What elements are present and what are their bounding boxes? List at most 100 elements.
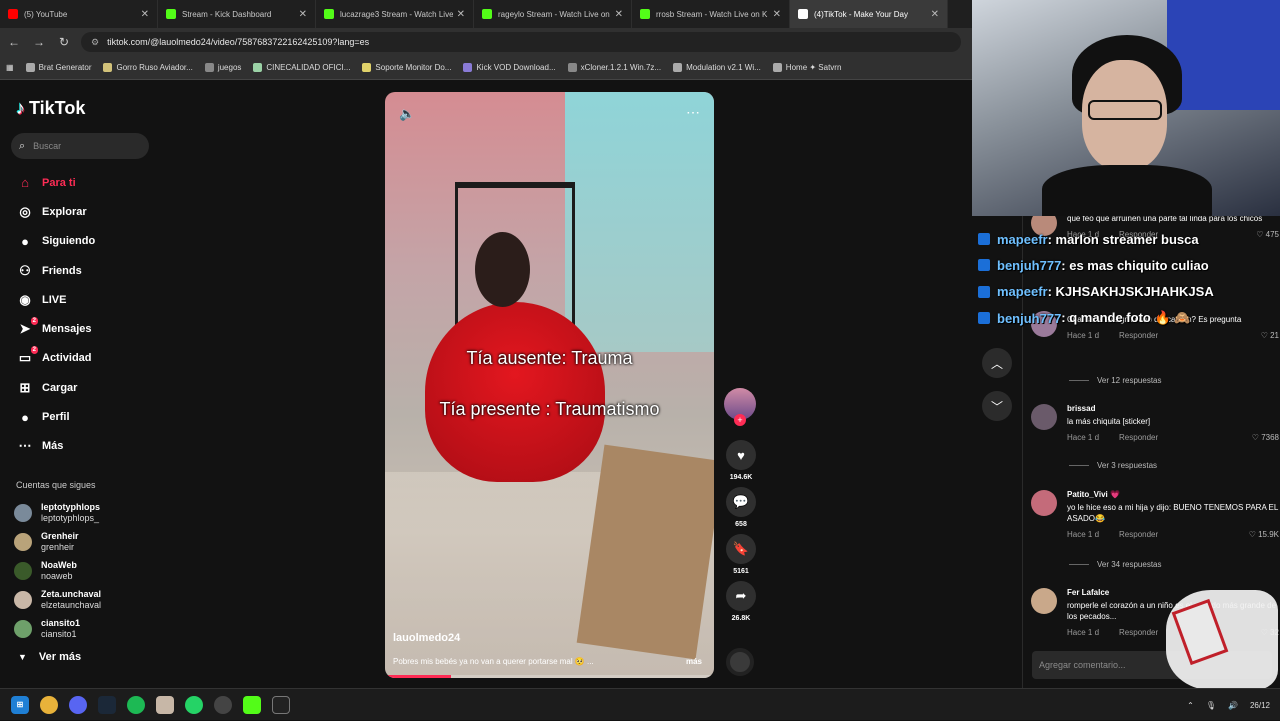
sidebar-item-live[interactable]: ◉ LIVE — [16, 285, 156, 314]
tab-close-icon[interactable]: ✕ — [773, 9, 781, 20]
comment-like-button[interactable]: ♡ 15.9K — [1249, 530, 1279, 539]
sidebar-item-más[interactable]: ⋯ Más — [16, 432, 156, 461]
bookmark-item[interactable]: Soporte Monitor Do... — [362, 63, 451, 72]
browser-tab[interactable]: (4)TikTok - Make Your Day ✕ — [790, 0, 948, 28]
follow-plus-icon[interactable]: + — [734, 414, 746, 426]
tab-title: (5) YouTube — [24, 9, 68, 19]
bookmark-item[interactable]: juegos — [204, 63, 241, 72]
avatar[interactable] — [1031, 588, 1057, 614]
tab-close-icon[interactable]: ✕ — [615, 9, 623, 20]
windows-start-icon[interactable]: ⊞ — [11, 695, 29, 714]
comment-action[interactable]: 💬 658 — [724, 487, 758, 528]
share-action[interactable]: ➦ 26.8K — [724, 581, 758, 622]
discord-icon[interactable] — [69, 695, 87, 714]
bookmark-item[interactable]: xCloner.1.2.1 Win.7z... — [567, 63, 662, 72]
save-action[interactable]: 🔖 5161 — [724, 534, 758, 575]
back-icon[interactable]: ← — [3, 35, 25, 49]
sidebar-item-actividad[interactable]: ▭ 2 Actividad — [16, 344, 156, 373]
mic-icon[interactable]: 🎙 — [1206, 701, 1216, 710]
avatar[interactable] — [1031, 404, 1057, 430]
following-account[interactable]: NoaWeb noaweb — [14, 556, 154, 585]
bookmark-item[interactable]: CINECALIDAD OFICI... — [253, 63, 350, 72]
volume-icon[interactable]: 🔈 — [399, 106, 415, 122]
see-more-button[interactable]: ▼ Ver más — [18, 651, 81, 663]
kick-icon[interactable] — [243, 695, 261, 714]
bookmark-label: xCloner.1.2.1 Win.7z... — [580, 63, 662, 72]
chat-message: mapeefr: KJHSAKHJSKJHAHKJSA — [978, 279, 1278, 305]
previous-video-button[interactable]: ︿ — [982, 348, 1012, 378]
browser-tab[interactable]: lucazrage3 Stream - Watch Live ✕ — [316, 0, 474, 28]
comment-like-button[interactable]: ♡ 7368 — [1252, 433, 1279, 442]
reload-icon[interactable]: ↻ — [53, 35, 75, 49]
reply-button[interactable]: Responder — [1119, 433, 1158, 442]
tray-chevron-icon[interactable]: ⌃ — [1187, 701, 1194, 710]
share-icon[interactable]: ➦ — [726, 581, 756, 611]
reply-button[interactable]: Responder — [1119, 628, 1158, 637]
sidebar-item-label: Más — [42, 440, 64, 453]
tab-close-icon[interactable]: ✕ — [457, 9, 465, 20]
tab-close-icon[interactable]: ✕ — [299, 9, 307, 20]
tiktok-logo[interactable]: ♪ TikTok — [16, 98, 85, 119]
browser-tab[interactable]: (5) YouTube ✕ — [0, 0, 158, 28]
sidebar-item-para-ti[interactable]: ⌂ Para ti — [16, 168, 156, 197]
bookmark-item[interactable]: Kick VOD Download... — [463, 63, 556, 72]
browser-tab[interactable]: rrosb Stream - Watch Live on K ✕ — [632, 0, 790, 28]
bookmark-item[interactable]: Brat Generator — [25, 63, 91, 72]
reply-button[interactable]: Responder — [1119, 331, 1158, 340]
obs-icon[interactable] — [214, 695, 232, 714]
more-options-icon[interactable]: ⋯ — [686, 104, 700, 121]
bookmark-icon[interactable]: 🔖 — [726, 534, 756, 564]
reply-button[interactable]: Responder — [1119, 530, 1158, 539]
bookmark-icon — [103, 63, 113, 72]
chrome-icon[interactable] — [40, 695, 58, 714]
sidebar-item-friends[interactable]: ⚇ Friends — [16, 256, 156, 285]
video-player[interactable]: 🔈 ⋯ Tía ausente: Trauma Tía presente : T… — [385, 92, 714, 678]
browser-tab[interactable]: rageylo Stream - Watch Live on ✕ — [474, 0, 632, 28]
following-account[interactable]: Grenheir grenheir — [14, 527, 154, 556]
url-bar[interactable]: ⚙ tiktok.com/@lauolmedo24/video/75876837… — [81, 32, 961, 52]
forward-icon[interactable]: → — [28, 35, 50, 49]
sidebar-item-cargar[interactable]: ⊞ Cargar — [16, 373, 156, 402]
tab-title: lucazrage3 Stream - Watch Live — [340, 9, 453, 19]
chat-text: : q mande foto 🔥 🙈 — [1061, 310, 1191, 326]
site-info-icon[interactable]: ⚙ — [91, 37, 99, 48]
heart-icon[interactable]: ♥ — [726, 440, 756, 470]
tab-close-icon[interactable]: ✕ — [931, 9, 939, 20]
sidebar-item-perfil[interactable]: ● Perfil — [16, 402, 156, 431]
speaker-icon[interactable]: 🔊 — [1228, 701, 1238, 710]
whatsapp-icon[interactable] — [185, 695, 203, 714]
comment-author[interactable]: brissad — [1067, 404, 1279, 413]
next-video-button[interactable]: ﹀ — [982, 391, 1012, 421]
music-disc-icon[interactable] — [726, 648, 754, 676]
like-action[interactable]: ♥ 194.6K — [724, 440, 758, 481]
creator-avatar[interactable]: + — [724, 388, 756, 426]
bookmark-item[interactable]: Gorro Ruso Aviador... — [103, 63, 193, 72]
search-input[interactable]: ⌕ Buscar — [11, 133, 149, 159]
following-account[interactable]: ciansito1 ciansito1 — [14, 615, 154, 644]
view-replies-button[interactable]: Ver 34 respuestas — [1069, 560, 1161, 569]
sidebar-item-siguiendo[interactable]: ● Siguiendo — [16, 227, 156, 256]
tab-close-icon[interactable]: ✕ — [141, 9, 149, 20]
following-account[interactable]: leptotyphlops leptotyphlops_ — [14, 498, 154, 527]
bookmark-item[interactable]: Modulation v2.1 Wi... — [673, 63, 761, 72]
steam-icon[interactable] — [98, 695, 116, 714]
view-replies-button[interactable]: Ver 3 respuestas — [1069, 461, 1157, 470]
bookmark-item[interactable]: Home ✦ Satvrn — [772, 63, 841, 72]
video-more-link[interactable]: más — [686, 657, 702, 666]
avatar[interactable] — [1031, 490, 1057, 516]
sidebar-item-explorar[interactable]: ◎ Explorar — [16, 197, 156, 226]
spotify-icon[interactable] — [127, 695, 145, 714]
comment-icon[interactable]: 💬 — [726, 487, 756, 517]
apps-icon[interactable]: ▦ — [6, 63, 14, 72]
browser-tab[interactable]: Stream - Kick Dashboard ✕ — [158, 0, 316, 28]
video-progress-bar[interactable] — [385, 675, 714, 678]
following-account[interactable]: Zeta.unchaval elzetaunchaval — [14, 586, 154, 615]
sidebar-item-icon: ⌂ — [21, 175, 29, 191]
view-replies-button[interactable]: Ver 12 respuestas — [1069, 376, 1161, 385]
video-username[interactable]: lauolmedo24 — [393, 632, 460, 644]
epic-games-icon[interactable] — [272, 695, 290, 714]
sidebar-item-mensajes[interactable]: ➤ 2 Mensajes — [16, 314, 156, 343]
comment-like-button[interactable]: ♡ 21 — [1261, 331, 1279, 340]
comment-author[interactable]: Patito_Vivi 💗 — [1067, 490, 1279, 499]
game-icon[interactable] — [156, 695, 174, 714]
